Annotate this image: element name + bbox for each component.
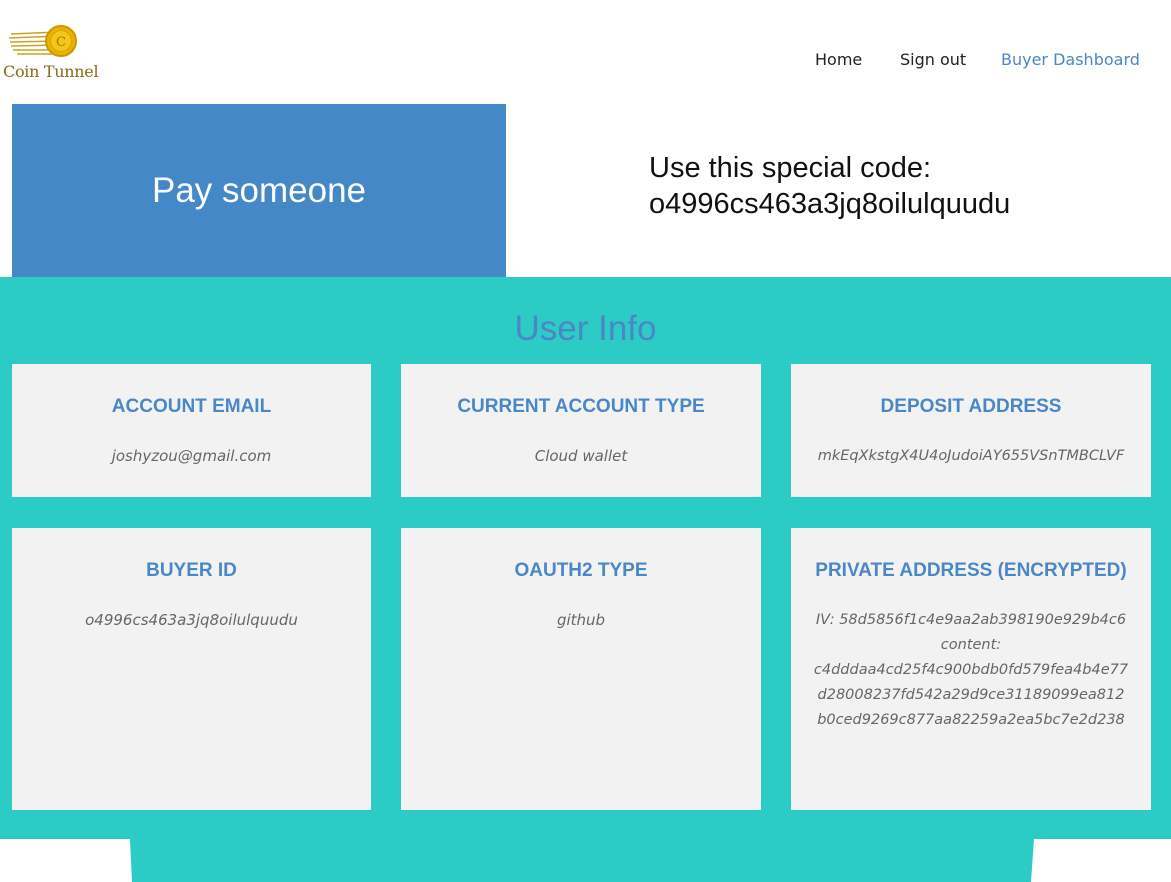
header: C Coin Tunnel Home Sign out Buyer Dashbo… xyxy=(0,0,1171,104)
brand-logo[interactable]: C Coin Tunnel xyxy=(3,22,103,86)
card-title: CURRENT ACCOUNT TYPE xyxy=(457,396,705,417)
card-title: OAUTH2 TYPE xyxy=(514,560,648,581)
iv-value: IV: 58d5856f1c4e9aa2ab398190e929b4c6 xyxy=(815,612,1127,628)
deposit-address-card: DEPOSIT ADDRESS mkEqXkstgX4U4oJudoiAY655… xyxy=(791,364,1151,497)
card-value: github xyxy=(556,611,606,629)
nav-sign-out-link[interactable]: Sign out xyxy=(900,50,966,69)
svg-text:C: C xyxy=(56,35,66,50)
private-address-card: PRIVATE ADDRESS (ENCRYPTED) IV: 58d5856f… xyxy=(791,528,1151,810)
nav-home-link[interactable]: Home xyxy=(815,50,862,69)
card-title: PRIVATE ADDRESS (ENCRYPTED) xyxy=(815,560,1127,581)
card-value: o4996cs463a3jq8oilulquudu xyxy=(85,611,298,629)
content-value: c4dddaa4cd25f4c900bdb0fd579fea4b4e77d280… xyxy=(813,662,1129,728)
account-type-card: CURRENT ACCOUNT TYPE Cloud wallet xyxy=(401,364,761,497)
card-value: IV: 58d5856f1c4e9aa2ab398190e929b4c6 con… xyxy=(813,608,1129,733)
footer-shape xyxy=(130,839,1034,882)
account-email-card: ACCOUNT EMAIL joshyzou@gmail.com xyxy=(12,364,371,497)
user-info-title: User Info xyxy=(514,309,657,348)
buyer-id-card: BUYER ID o4996cs463a3jq8oilulquudu xyxy=(12,528,371,810)
brand-name: Coin Tunnel xyxy=(3,62,99,81)
card-value: mkEqXkstgX4U4oJudoiAY655VSnTMBCLVF xyxy=(817,448,1125,464)
content-label: content: xyxy=(940,637,1002,653)
user-info-section: User Info ACCOUNT EMAIL joshyzou@gmail.c… xyxy=(0,277,1171,839)
nav-buyer-dashboard-link[interactable]: Buyer Dashboard xyxy=(1001,50,1140,69)
card-value: joshyzou@gmail.com xyxy=(111,447,272,465)
special-code-label: Use this special code: xyxy=(649,152,932,184)
card-title: BUYER ID xyxy=(146,560,237,581)
card-value: Cloud wallet xyxy=(534,447,628,465)
card-title: DEPOSIT ADDRESS xyxy=(880,396,1062,417)
oauth2-type-card: OAUTH2 TYPE github xyxy=(401,528,761,810)
special-code-block: Use this special code: o4996cs463a3jq8oi… xyxy=(649,150,1149,222)
card-title: ACCOUNT EMAIL xyxy=(111,396,272,417)
special-code-value: o4996cs463a3jq8oilulquudu xyxy=(649,188,1011,220)
pay-someone-button[interactable]: Pay someone xyxy=(12,104,506,277)
coin-logo-icon: C xyxy=(9,25,77,57)
